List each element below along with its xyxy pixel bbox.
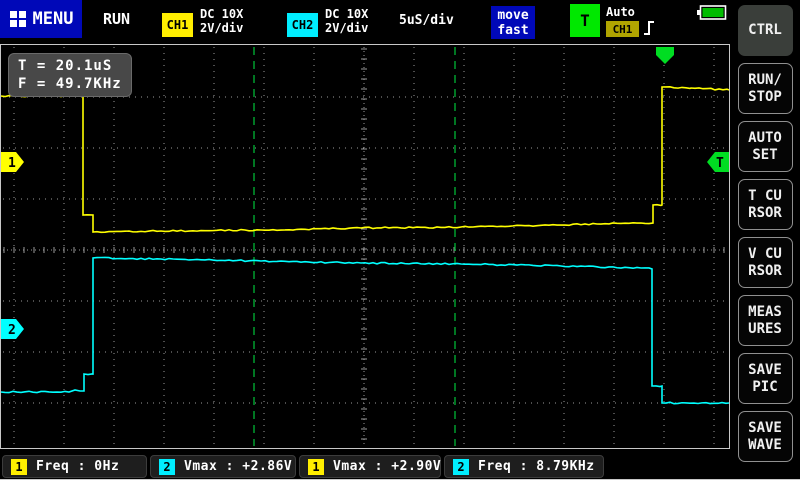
t-cursor-line2: RSOR: [748, 205, 782, 222]
ch2-settings: DC 10X 2V/div: [325, 7, 368, 35]
ch2-coupling: DC 10X: [325, 7, 368, 21]
rising-edge-icon: [643, 19, 656, 37]
ch2-position-marker-label: 2: [8, 323, 16, 338]
timebase-setting[interactable]: 5uS/div: [399, 13, 454, 28]
run-stop-line1: RUN/: [748, 72, 782, 89]
waveform-svg: 1 2 T: [1, 45, 729, 448]
measures-line2: URES: [748, 321, 782, 338]
ch1-badge[interactable]: CH1: [162, 13, 193, 37]
measurement-bar: 1 Freq : 0Hz 2 Vmax : +2.86V 1 Vmax : +2…: [0, 450, 730, 480]
trigger-badge[interactable]: T: [570, 4, 600, 37]
ch2-badge[interactable]: CH2: [287, 13, 318, 37]
v-cursor-button[interactable]: V CU RSOR: [738, 237, 793, 288]
stat-ch2-freq: 2 Freq : 8.79KHz: [444, 455, 604, 478]
v-cursor-line2: RSOR: [748, 263, 782, 280]
ch1-position-marker-label: 1: [8, 156, 16, 171]
move-fast-button[interactable]: move fast: [491, 6, 535, 39]
auto-set-line1: AUTO: [748, 130, 782, 147]
save-pic-line1: SAVE: [748, 362, 782, 379]
battery-icon: [696, 5, 727, 20]
save-pic-line2: PIC: [752, 379, 777, 396]
ch1-stat-badge: 1: [11, 459, 27, 475]
ch1-vmax-value: Vmax : +2.90V: [333, 459, 441, 474]
auto-set-line2: SET: [752, 147, 777, 164]
ctrl-label: CTRL: [748, 22, 782, 39]
cursor-delta-time: T = 20.1uS: [18, 57, 122, 75]
save-wave-line2: WAVE: [748, 437, 782, 454]
stat-ch1-freq: 1 Freq : 0Hz: [2, 455, 147, 478]
menu-label: MENU: [33, 9, 74, 29]
save-pic-button[interactable]: SAVE PIC: [738, 353, 793, 404]
cursor-frequency: F = 49.7KHz: [18, 75, 122, 93]
softkey-sidebar: CTRL RUN/ STOP AUTO SET T CU RSOR V CU R…: [730, 0, 800, 480]
ch2-stat-badge: 2: [159, 459, 175, 475]
stat-ch2-vmax: 2 Vmax : +2.86V: [150, 455, 296, 478]
stat-ch1-vmax: 1 Vmax : +2.90V: [299, 455, 441, 478]
menu-button[interactable]: MENU: [0, 0, 82, 38]
auto-set-button[interactable]: AUTO SET: [738, 121, 793, 172]
waveform-display-area: 1 2 T T = 20.1uS F = 49.7KHz: [0, 44, 730, 449]
measures-button[interactable]: MEAS URES: [738, 295, 793, 346]
ch1-settings: DC 10X 2V/div: [200, 7, 243, 35]
ch2-stat-badge2: 2: [453, 459, 469, 475]
oscilloscope-screen: MENU RUN CH1 DC 10X 2V/div CH2 DC 10X 2V…: [0, 0, 800, 480]
trigger-source-badge[interactable]: CH1: [606, 21, 639, 37]
ch2-freq-value: Freq : 8.79KHz: [478, 459, 595, 474]
t-cursor-button[interactable]: T CU RSOR: [738, 179, 793, 230]
run-stop-button[interactable]: RUN/ STOP: [738, 63, 793, 114]
run-status: RUN: [103, 0, 130, 38]
ch1-scale: 2V/div: [200, 21, 243, 35]
trigger-level-label: T: [716, 156, 724, 171]
ch1-freq-value: Freq : 0Hz: [36, 459, 119, 474]
v-cursor-line1: V CU: [748, 246, 782, 263]
ch1-coupling: DC 10X: [200, 7, 243, 21]
save-wave-line1: SAVE: [748, 420, 782, 437]
ch2-vmax-value: Vmax : +2.86V: [184, 459, 292, 474]
move-fast-line1: move: [491, 8, 535, 23]
cursor-measurement-overlay: T = 20.1uS F = 49.7KHz: [8, 53, 132, 97]
move-fast-line2: fast: [491, 23, 535, 38]
trigger-mode: Auto: [606, 5, 635, 19]
save-wave-button[interactable]: SAVE WAVE: [738, 411, 793, 462]
ch2-scale: 2V/div: [325, 21, 368, 35]
ch1-stat-badge2: 1: [308, 459, 324, 475]
measures-line1: MEAS: [748, 304, 782, 321]
t-cursor-line1: T CU: [748, 188, 782, 205]
run-stop-line2: STOP: [748, 89, 782, 106]
ctrl-button[interactable]: CTRL: [738, 5, 793, 56]
trigger-position-marker[interactable]: [656, 47, 674, 64]
menu-grid-icon: [9, 10, 27, 28]
top-bar: MENU RUN CH1 DC 10X 2V/div CH2 DC 10X 2V…: [0, 0, 730, 44]
